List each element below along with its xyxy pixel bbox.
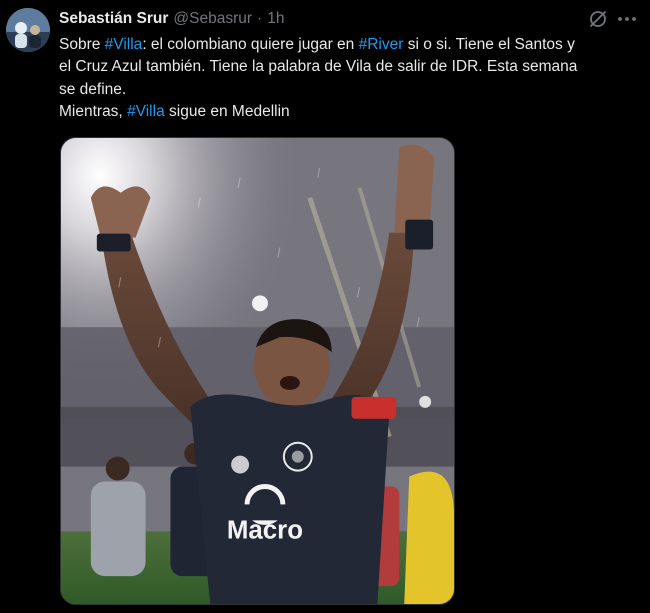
avatar[interactable] [6,8,50,52]
separator-dot: · [257,10,263,27]
timestamp[interactable]: 1h [267,10,284,28]
text-segment: Mientras, [59,103,128,121]
tweet[interactable]: Sebastián Srur @Sebasrur · 1h Sobre #Vil… [0,0,650,613]
jersey-sponsor-text: Macro [227,516,303,544]
hashtag-link[interactable]: #Villa [105,36,143,53]
display-name[interactable]: Sebastián Srur [59,10,168,28]
text-segment: Sobre [59,36,105,53]
text-segment: si o si. Tiene el Santos y [403,36,575,53]
tweet-text: Sobre #Villa: el colombiano quiere jugar… [59,34,639,124]
hashtag-link[interactable]: #Villa [127,103,165,120]
tweet-line-1: Sobre #Villa: el colombiano quiere jugar… [59,34,639,56]
user-handle[interactable]: @Sebasrur [173,10,252,28]
tweet-line-4: Mientras, #Villa sigue en Medellin [59,101,639,123]
text-segment: : el colombiano quiere jugar en [142,36,359,53]
tweet-photo[interactable]: Macro [60,137,455,605]
tweet-header: Sebastián Srur @Sebasrur · 1h [59,9,284,29]
grok-icon[interactable] [588,9,608,29]
more-icon[interactable] [616,9,638,29]
tweet-line-2: el Cruz Azul también. Tiene la palabra d… [59,58,578,76]
tweet-line-3: se define. [59,80,127,98]
text-segment: sigue en Medellin [164,103,290,121]
hashtag-link[interactable]: #River [359,36,404,53]
